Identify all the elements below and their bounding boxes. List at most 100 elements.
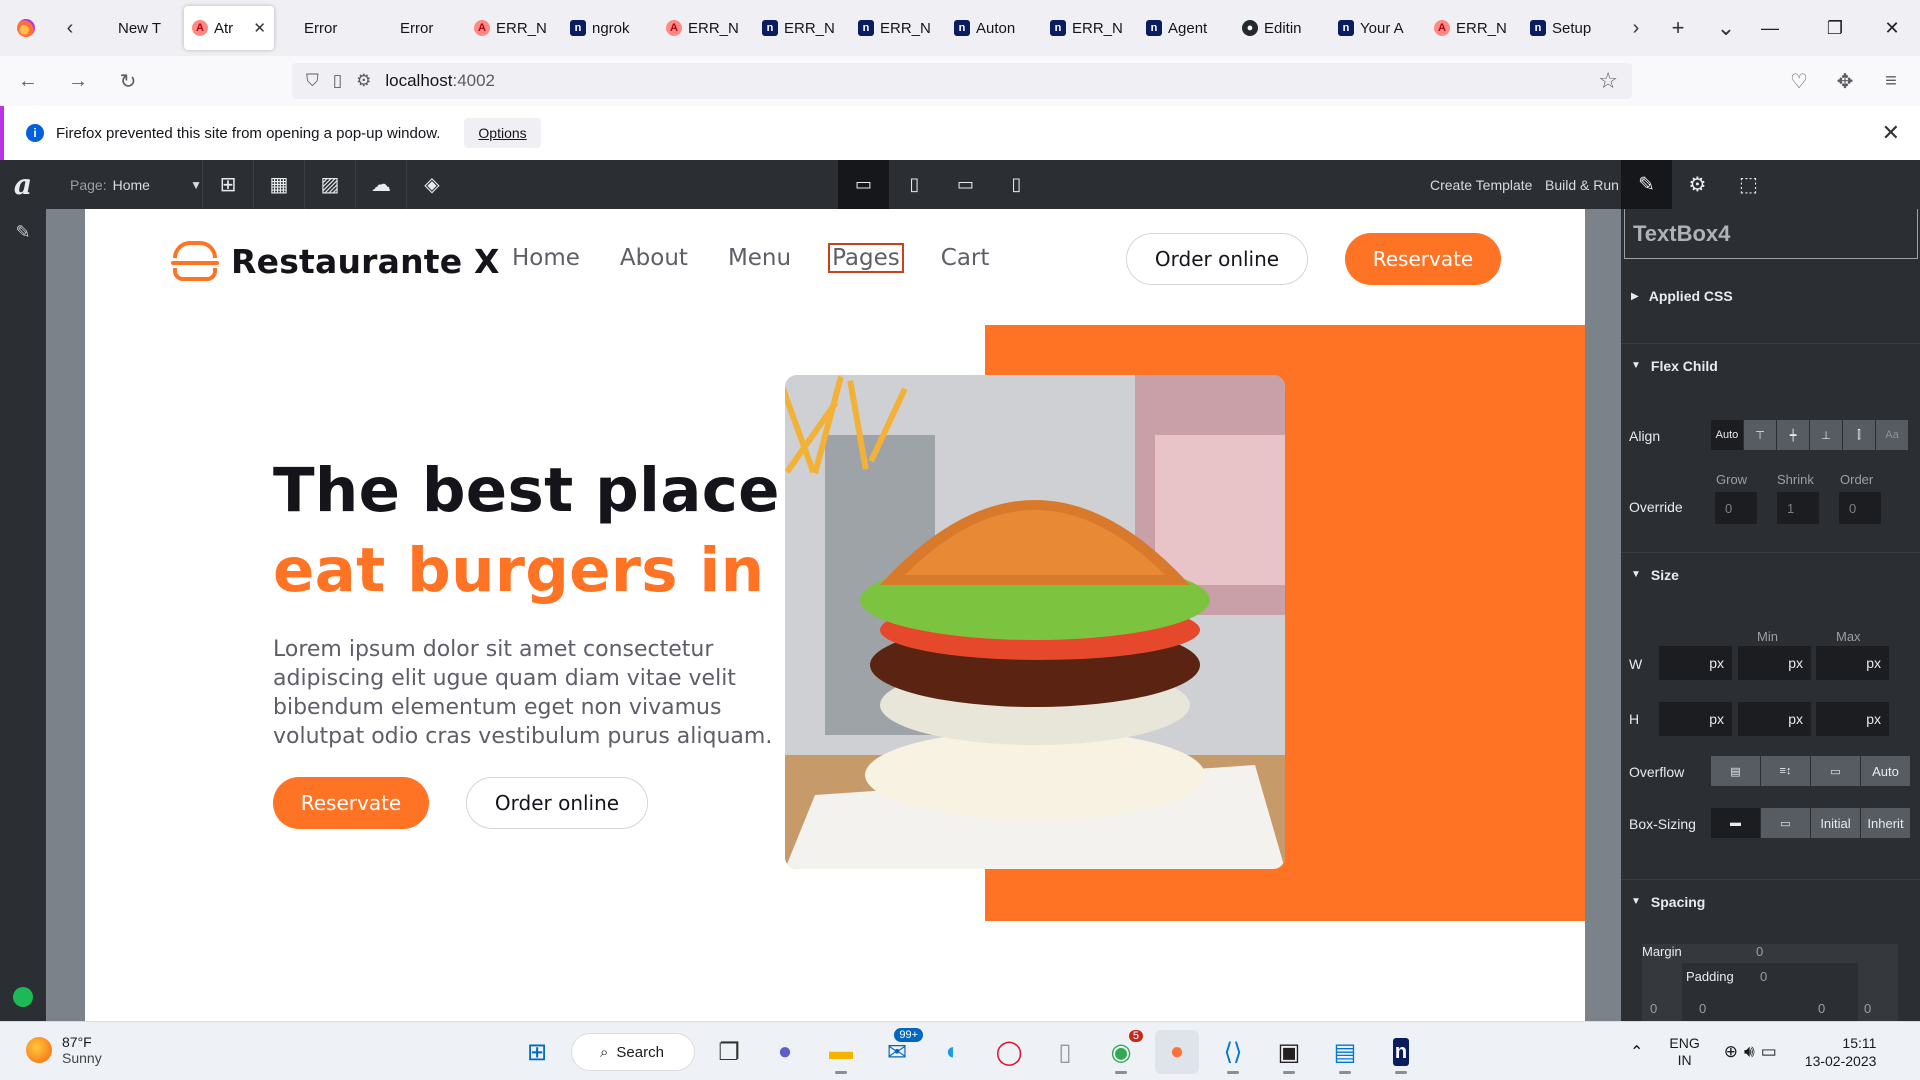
shield-icon[interactable]: ⛉	[306, 71, 319, 91]
task-view-icon[interactable]: ❐	[707, 1030, 751, 1074]
overflow-visible-icon[interactable]: ▤	[1711, 756, 1761, 786]
padding-left-value[interactable]: 0	[1699, 1001, 1706, 1016]
clock[interactable]: 15:11 13-02-2023	[1805, 1034, 1877, 1070]
box-sizing-initial[interactable]: Initial	[1811, 808, 1861, 838]
language-indicator[interactable]: ENG IN	[1669, 1035, 1699, 1069]
taskbar-search[interactable]: ⌕ Search	[571, 1033, 695, 1071]
weather-widget[interactable]: 87°F Sunny	[26, 1034, 102, 1066]
browser-tab[interactable]: n Setup	[1522, 6, 1618, 50]
app-menu-icon[interactable]: ≡	[1868, 56, 1914, 106]
padding-right-value[interactable]: 0	[1818, 1001, 1825, 1016]
restore-icon[interactable]: ❐	[1805, 0, 1865, 56]
align-stretch-icon[interactable]: ⫿	[1843, 420, 1876, 450]
back-icon[interactable]: ←	[6, 63, 50, 99]
address-bar[interactable]: ⛉ ▯ ⚙ localhost:4002 ☆	[292, 63, 1632, 99]
vscode-icon[interactable]: ⟨⟩	[1211, 1030, 1255, 1074]
nav-menu[interactable]: Menu	[727, 245, 792, 271]
hero-order-online-button[interactable]: Order online	[466, 777, 648, 829]
nav-pages[interactable]: Pages	[828, 243, 904, 273]
tablet-landscape-view-icon[interactable]: ▭	[940, 160, 991, 209]
editor-logo[interactable]: a	[0, 160, 46, 209]
height-input[interactable]: px	[1659, 702, 1732, 736]
spacing-section[interactable]: ▼ Spacing	[1621, 879, 1920, 923]
burger-photo[interactable]	[785, 375, 1285, 869]
browser-tab[interactable]: n Auton	[946, 6, 1042, 50]
terminal-icon[interactable]: ▣	[1267, 1030, 1311, 1074]
tab-scroll-left-icon[interactable]: ‹	[52, 0, 88, 56]
browser-tab[interactable]: New T	[88, 6, 184, 50]
max-height-input[interactable]: px	[1816, 702, 1889, 736]
applied-css-section[interactable]: ▶ Applied CSS	[1621, 274, 1920, 318]
width-input[interactable]: px	[1659, 646, 1732, 680]
header-reservate-button[interactable]: Reservate	[1345, 233, 1501, 285]
network-globe-icon[interactable]: ⊕	[1724, 1042, 1738, 1062]
tab-scroll-right-icon[interactable]: ›	[1618, 0, 1654, 56]
shrink-input[interactable]: 1	[1777, 492, 1819, 524]
browser-tab[interactable]: A ERR_N	[466, 6, 562, 50]
layers-icon[interactable]: ◈	[406, 160, 457, 209]
browser-tab[interactable]: n ERR_N	[754, 6, 850, 50]
nav-about[interactable]: About	[619, 245, 689, 271]
bookmark-star-icon[interactable]: ☆	[1598, 68, 1618, 94]
firefox-menu-icon[interactable]	[0, 0, 52, 56]
flex-child-section[interactable]: ▼ Flex Child	[1621, 343, 1920, 387]
page-selector[interactable]: Page: Home ▼	[70, 177, 202, 193]
align-auto[interactable]: Auto	[1711, 420, 1744, 450]
create-template-button[interactable]: Create Template	[1430, 160, 1532, 209]
forward-icon[interactable]: →	[56, 63, 100, 99]
overflow-scroll-icon[interactable]: ≡↕	[1761, 756, 1811, 786]
layout-icon[interactable]: ▦	[253, 160, 304, 209]
mobile-view-icon[interactable]: ▯	[991, 160, 1042, 209]
browser-tab[interactable]: A ERR_N	[1426, 6, 1522, 50]
content-box-icon[interactable]: ▭	[1761, 808, 1811, 838]
hero-reservate-button[interactable]: Reservate	[273, 777, 429, 829]
align-center-icon[interactable]: ┿	[1777, 420, 1810, 450]
reload-icon[interactable]: ↻	[106, 63, 150, 99]
style-brush-icon[interactable]: ✎	[1621, 160, 1672, 209]
show-hidden-icons-icon[interactable]: ⌃	[1630, 1042, 1643, 1062]
browser-tab[interactable]: A Atr ✕	[184, 6, 274, 50]
browser-tab[interactable]: n ngrok	[562, 6, 658, 50]
edit-icon[interactable]: ✎	[12, 221, 34, 243]
browser-tab[interactable]: Error	[370, 6, 466, 50]
battery-icon[interactable]: ▭	[1761, 1042, 1777, 1062]
minimize-icon[interactable]: —	[1740, 0, 1800, 56]
browser-tab[interactable]: n ERR_N	[1042, 6, 1138, 50]
overflow-auto[interactable]: Auto	[1861, 756, 1911, 786]
tablet-view-icon[interactable]: ▯	[889, 160, 940, 209]
extensions-icon[interactable]: ✥	[1822, 56, 1868, 106]
volume-icon[interactable]: 🔊︎	[1744, 1042, 1755, 1062]
browser-tab[interactable]: n ERR_N	[850, 6, 946, 50]
close-window-icon[interactable]: ✕	[1862, 0, 1920, 56]
margin-right-value[interactable]: 0	[1864, 1001, 1871, 1016]
browser-tab[interactable]: Error	[274, 6, 370, 50]
cloud-sync-icon[interactable]: ☁	[355, 160, 406, 209]
permissions-icon[interactable]: ⚙	[356, 71, 371, 91]
align-baseline[interactable]: Aa	[1876, 420, 1909, 450]
firefox-taskbar-icon[interactable]: ●	[1155, 1030, 1199, 1074]
popup-options-button[interactable]: Options	[464, 118, 541, 148]
overflow-hidden-icon[interactable]: ▭	[1811, 756, 1861, 786]
box-sizing-inherit[interactable]: Inherit	[1861, 808, 1911, 838]
padding-top-value[interactable]: 0	[1760, 969, 1767, 984]
browser-tab[interactable]: A ERR_N	[658, 6, 754, 50]
edge-icon[interactable]: ◐	[931, 1030, 975, 1074]
align-top-icon[interactable]: ⊤	[1744, 420, 1777, 450]
margin-top-value[interactable]: 0	[1756, 944, 1763, 959]
layout-select-icon[interactable]: ⬚	[1723, 160, 1774, 209]
pocket-icon[interactable]: ♡	[1776, 56, 1822, 106]
add-element-icon[interactable]: ⊞	[202, 160, 253, 209]
browser-tab[interactable]: n Your A	[1330, 6, 1426, 50]
margin-left-value[interactable]: 0	[1650, 1001, 1657, 1016]
size-section[interactable]: ▼ Size	[1621, 552, 1920, 596]
notification-close-icon[interactable]: ✕	[1882, 120, 1900, 146]
order-input[interactable]: 0	[1839, 492, 1881, 524]
mail-icon[interactable]: ✉ 99+	[875, 1028, 923, 1074]
chrome-icon[interactable]: ◉ 5	[1099, 1030, 1143, 1074]
max-width-input[interactable]: px	[1816, 646, 1889, 680]
file-explorer-icon[interactable]: ▬	[819, 1030, 863, 1074]
media-icon[interactable]: ▨	[304, 160, 355, 209]
desktop-view-icon[interactable]: ▭	[838, 160, 889, 209]
opera-icon[interactable]: ◯	[987, 1030, 1031, 1074]
settings-gear-icon[interactable]: ⚙	[1672, 160, 1723, 209]
